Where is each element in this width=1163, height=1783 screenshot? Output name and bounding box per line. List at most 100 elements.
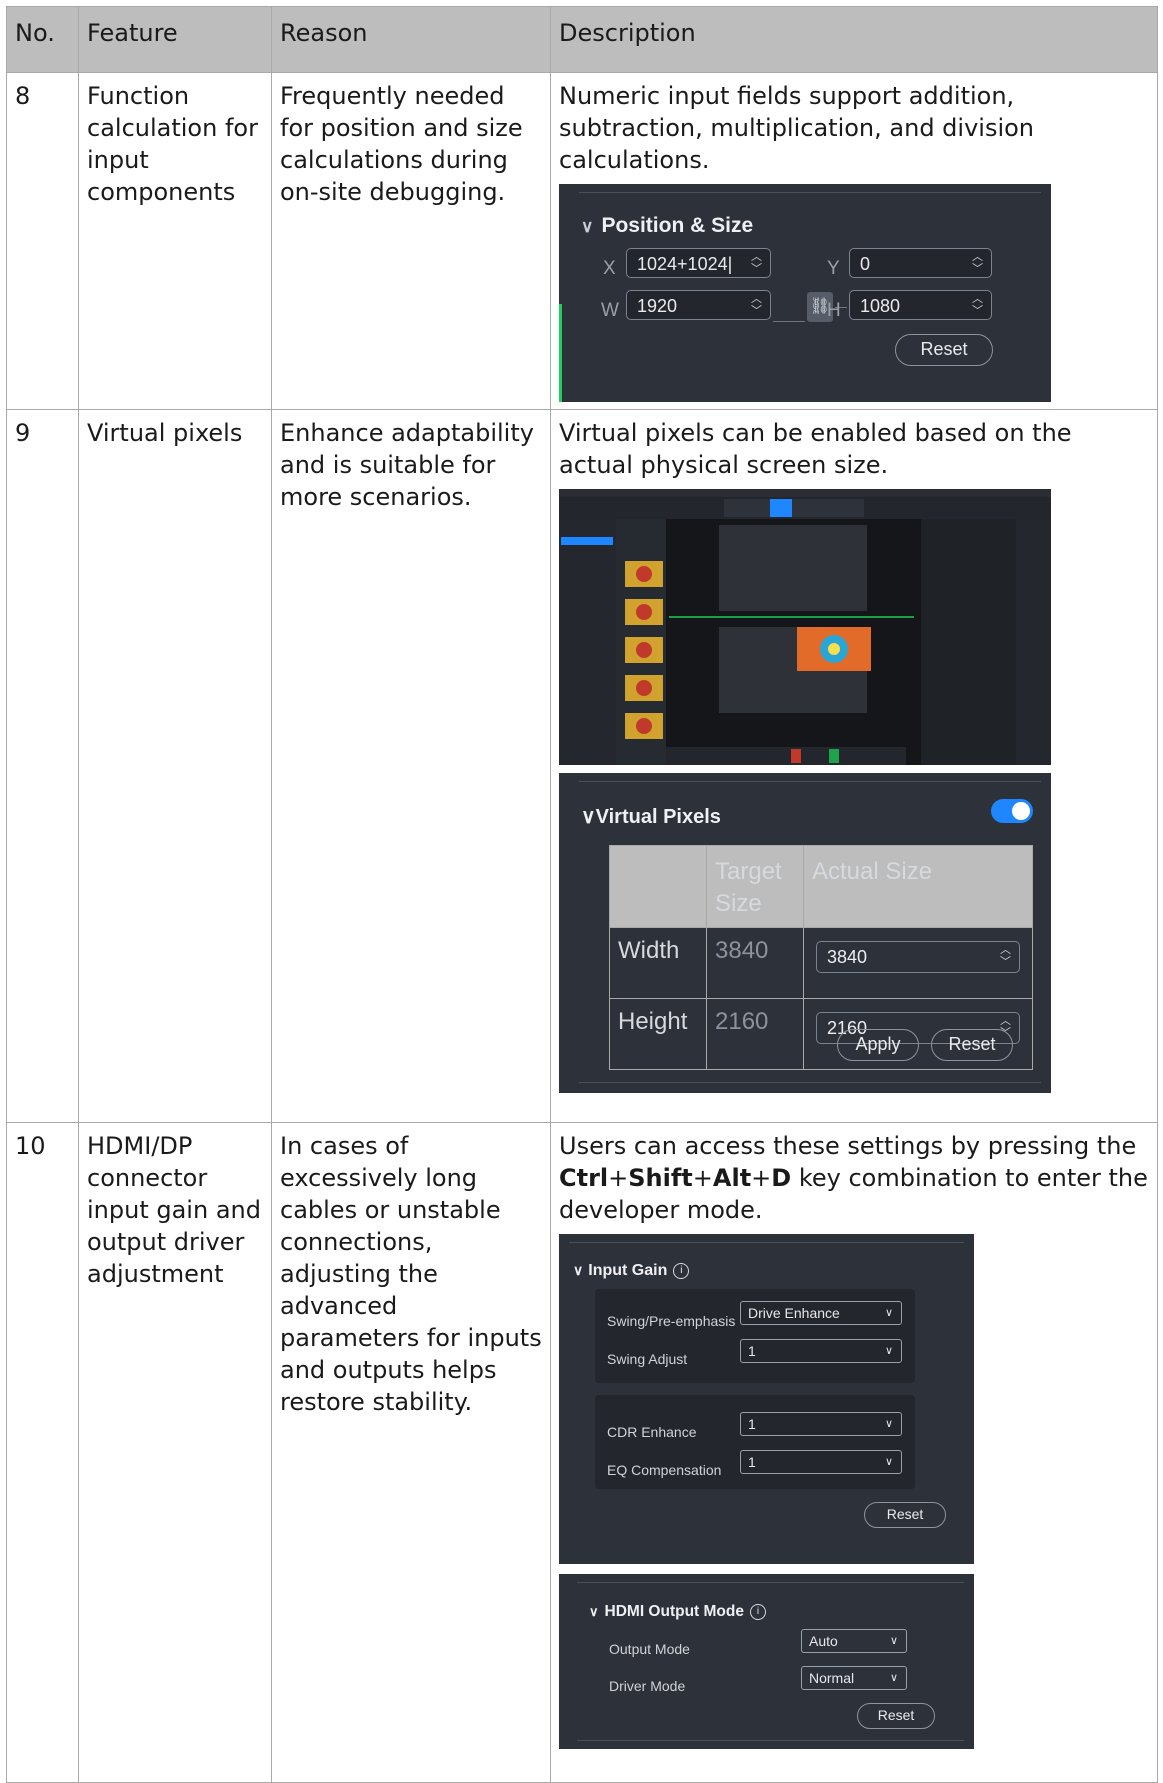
chevron-down-icon: ∨: [884, 1456, 893, 1468]
driver-mode-select[interactable]: Normal ∨: [801, 1666, 907, 1690]
panel-title[interactable]: ∨ HDMI Output Mode i: [589, 1596, 766, 1628]
reset-button[interactable]: Reset: [931, 1029, 1013, 1061]
driver-mode-value: Normal: [809, 1670, 855, 1686]
panel-title[interactable]: ∨ Input Gain i: [573, 1254, 690, 1287]
reset-button[interactable]: Reset: [895, 334, 993, 366]
eq-label: EQ Compensation: [607, 1462, 722, 1478]
col-header-description: Description: [550, 6, 1158, 73]
header-row: No. Feature Reason Description: [6, 6, 1158, 73]
chevron-down-icon: ∨: [884, 1345, 893, 1357]
w-input[interactable]: 1920 ︿ ﹀: [626, 290, 771, 320]
feature-cell: Virtual pixels: [78, 409, 272, 1123]
spinner-icon[interactable]: ︿ ﹀: [972, 251, 983, 275]
reset-button[interactable]: Reset: [864, 1502, 946, 1528]
swing-value: Drive Enhance: [748, 1305, 840, 1321]
key-shift: Shift: [628, 1164, 693, 1192]
actual-size-header: Actual Size: [803, 845, 1033, 928]
swing-select[interactable]: Drive Enhance ∨: [740, 1301, 902, 1325]
table-row: 8 Function calculation for input compone…: [6, 72, 1158, 410]
divider: [577, 1740, 964, 1741]
width-label: Width: [609, 927, 707, 999]
y-input[interactable]: 0 ︿ ﹀: [849, 248, 992, 278]
panel-title-label: Position & Size: [601, 214, 754, 237]
output-mode-label: Output Mode: [609, 1641, 690, 1657]
swing-adjust-select[interactable]: 1 ∨: [740, 1339, 902, 1363]
output-mode-select[interactable]: Auto ∨: [801, 1629, 907, 1653]
driver-mode-label: Driver Mode: [609, 1678, 686, 1694]
h-input[interactable]: 1080 ︿ ﹀: [849, 290, 992, 320]
plus-sign: +: [751, 1164, 772, 1192]
col-header-feature: Feature: [78, 6, 272, 73]
plus-sign: +: [608, 1164, 629, 1192]
info-icon[interactable]: i: [750, 1603, 766, 1620]
panel-title-label: Input Gain: [588, 1262, 668, 1279]
software-screenshot: [559, 489, 1051, 765]
description-text: Users can access these settings by press…: [559, 1130, 1149, 1226]
cdr-select[interactable]: 1 ∨: [740, 1412, 902, 1436]
chevron-down-icon: ∨: [589, 1604, 599, 1619]
eq-value: 1: [748, 1454, 756, 1470]
description-cell: Numeric input fields support addition, s…: [550, 72, 1158, 410]
plus-sign: +: [692, 1164, 713, 1192]
width-actual-cell: 3840 ︿ ﹀: [803, 927, 1033, 999]
cdr-group: CDR Enhance 1 ∨ EQ Compensation 1 ∨: [595, 1395, 915, 1489]
chevron-down-icon: ∨: [581, 806, 596, 828]
green-edge: [559, 304, 562, 402]
reason-cell: In cases of excessively long cables or u…: [271, 1122, 551, 1783]
screenshot-image: [559, 489, 1051, 765]
description-pre: Users can access these settings by press…: [559, 1132, 1137, 1160]
y-label: Y: [827, 258, 840, 279]
feature-cell: Function calculation for input component…: [78, 72, 272, 410]
apply-button[interactable]: Apply: [837, 1029, 919, 1061]
x-value: 1024+1024: [637, 254, 728, 274]
reset-button[interactable]: Reset: [857, 1703, 935, 1729]
link-line-left: [773, 321, 805, 322]
row-number: 9: [6, 409, 79, 1123]
y-value: 0: [860, 254, 871, 274]
swing-label: Swing/Pre-emphasis: [607, 1313, 736, 1329]
panel-title[interactable]: ∨ Position & Size: [581, 210, 753, 243]
row-number: 8: [6, 72, 79, 410]
info-icon[interactable]: i: [673, 1262, 690, 1279]
chevron-down-icon: ∨: [889, 1672, 898, 1684]
empty-header: [609, 845, 707, 928]
reason-cell: Enhance adaptability and is suitable for…: [271, 409, 551, 1123]
divider: [579, 781, 1041, 782]
col-header-reason: Reason: [271, 6, 551, 73]
virtual-pixels-toggle[interactable]: [991, 799, 1033, 823]
x-label: X: [603, 258, 616, 279]
spinner-icon[interactable]: ︿ ﹀: [751, 293, 762, 317]
swing-adjust-label: Swing Adjust: [607, 1351, 688, 1367]
description-cell: Virtual pixels can be enabled based on t…: [550, 409, 1158, 1123]
divider: [579, 1082, 1041, 1083]
spinner-icon[interactable]: ︿ ﹀: [751, 251, 762, 275]
key-alt: Alt: [712, 1164, 752, 1192]
width-actual-value: 3840: [827, 947, 868, 967]
key-ctrl: Ctrl: [559, 1164, 609, 1192]
hdmi-output-panel: ∨ HDMI Output Mode i Output Mode Auto ∨ Dri…: [559, 1574, 974, 1749]
panel-title-label: HDMI Output Mode: [604, 1603, 744, 1620]
eq-select[interactable]: 1 ∨: [740, 1450, 902, 1474]
table-row: 9 Virtual pixels Enhance adaptability an…: [6, 409, 1158, 1123]
col-header-no: No.: [6, 6, 79, 73]
panel-title-label: Virtual Pixels: [595, 806, 721, 828]
panel-title[interactable]: ∨Virtual Pixels: [581, 801, 721, 833]
cdr-value: 1: [748, 1416, 756, 1432]
chevron-down-icon: ∨: [581, 217, 594, 236]
table-row: Width 3840 3840 ︿ ﹀: [609, 927, 1033, 999]
spinner-icon[interactable]: ︿ ﹀: [1000, 944, 1011, 968]
divider: [579, 192, 1041, 193]
w-label: W: [601, 300, 619, 321]
chevron-down-icon: ∨: [573, 1262, 584, 1278]
h-label: H: [827, 300, 841, 321]
spinner-icon[interactable]: ︿ ﹀: [972, 293, 983, 317]
key-d: D: [771, 1164, 792, 1192]
x-input[interactable]: 1024+1024| ︿ ﹀: [626, 248, 771, 278]
chevron-down-icon: ∨: [884, 1418, 893, 1430]
height-label: Height: [609, 998, 707, 1070]
width-actual-input[interactable]: 3840 ︿ ﹀: [816, 941, 1020, 973]
reason-cell: Frequently needed for position and size …: [271, 72, 551, 410]
chevron-down-icon: ∨: [889, 1635, 898, 1647]
h-value: 1080: [860, 296, 901, 316]
swing-adjust-value: 1: [748, 1343, 756, 1359]
